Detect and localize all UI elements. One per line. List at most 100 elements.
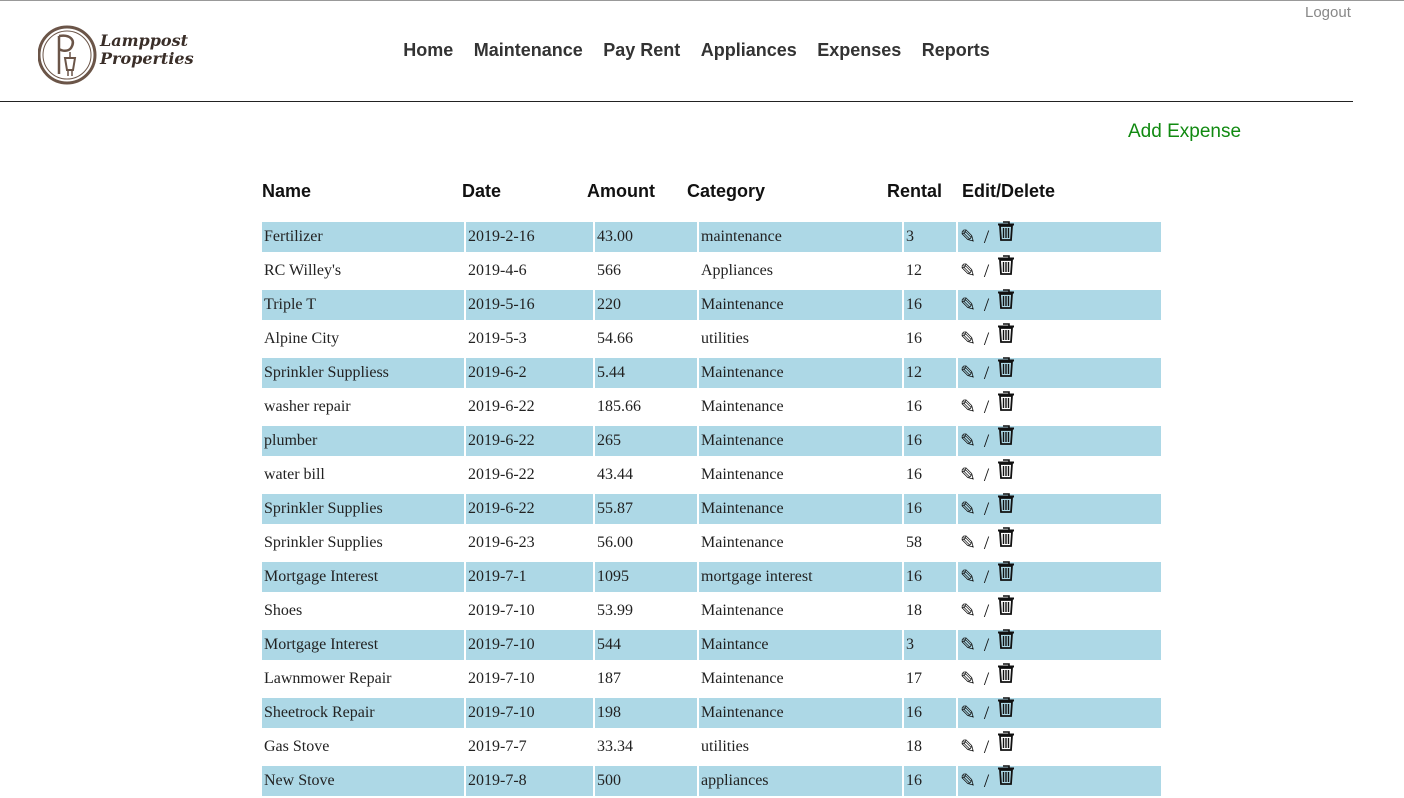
edit-pencil-icon[interactable]: ✎: [960, 665, 976, 695]
cell-amount: 198: [595, 698, 697, 728]
delete-trash-icon[interactable]: [997, 697, 1015, 728]
cell-date: 2019-5-16: [466, 290, 593, 320]
top-border: [0, 0, 1404, 1]
cell-category: appliances: [699, 766, 902, 796]
table-row: Sprinkler Supplies 2019-6-22 55.87 Maint…: [262, 492, 1162, 526]
cell-date: 2019-7-10: [466, 630, 593, 660]
table-row: Lawnmower Repair 2019-7-10 187 Maintenan…: [262, 662, 1162, 696]
table-row: water bill 2019-6-22 43.44 Maintenance 1…: [262, 458, 1162, 492]
cell-name: washer repair: [264, 398, 351, 415]
cell-amount: 185.66: [597, 398, 641, 415]
delete-trash-icon[interactable]: [997, 323, 1015, 354]
edit-pencil-icon[interactable]: ✎: [960, 631, 976, 661]
edit-pencil-icon[interactable]: ✎: [960, 291, 976, 321]
cell-rental: 18: [906, 738, 922, 755]
cell-actions: ✎ /: [958, 765, 1161, 797]
nav-maintenance[interactable]: Maintenance: [474, 40, 583, 61]
table-row: plumber 2019-6-22 265 Maintenance 16 ✎ /: [262, 424, 1162, 458]
cell-category: Maintenance: [701, 466, 784, 483]
cell-name: Mortgage Interest: [262, 562, 464, 592]
cell-category: utilities: [701, 330, 749, 347]
add-expense-link[interactable]: Add Expense: [1128, 121, 1241, 143]
nav-expenses[interactable]: Expenses: [817, 40, 901, 61]
delete-trash-icon[interactable]: [997, 255, 1015, 286]
edit-pencil-icon[interactable]: ✎: [960, 495, 976, 525]
delete-trash-icon[interactable]: [997, 663, 1015, 694]
cell-date: 2019-4-6: [468, 262, 527, 279]
cell-amount: 187: [597, 670, 621, 687]
cell-rental: 16: [904, 562, 956, 592]
delete-trash-icon[interactable]: [997, 527, 1015, 558]
cell-date: 2019-6-22: [468, 466, 535, 483]
delete-trash-icon[interactable]: [997, 357, 1015, 388]
cell-amount: 33.34: [597, 738, 633, 755]
edit-pencil-icon[interactable]: ✎: [960, 563, 976, 593]
nav-pay-rent[interactable]: Pay Rent: [603, 40, 680, 61]
cell-actions: ✎ /: [958, 663, 1161, 695]
cell-category: Maintenance: [699, 426, 902, 456]
cell-category: Maintenance: [699, 290, 902, 320]
cell-name: plumber: [262, 426, 464, 456]
nav-home[interactable]: Home: [403, 40, 453, 61]
cell-name: Sheetrock Repair: [262, 698, 464, 728]
delete-trash-icon[interactable]: [997, 561, 1015, 592]
cell-rental: 16: [906, 398, 922, 415]
cell-name: Shoes: [264, 602, 303, 619]
edit-pencil-icon[interactable]: ✎: [960, 427, 976, 457]
cell-amount: 566: [597, 262, 621, 279]
edit-pencil-icon[interactable]: ✎: [960, 393, 976, 423]
cell-date: 2019-6-22: [466, 494, 593, 524]
cell-rental: 17: [906, 670, 922, 687]
cell-amount: 43.44: [597, 466, 633, 483]
table-row: Mortgage Interest 2019-7-10 544 Maintanc…: [262, 628, 1162, 662]
edit-pencil-icon[interactable]: ✎: [960, 257, 976, 287]
edit-pencil-icon[interactable]: ✎: [960, 359, 976, 389]
delete-trash-icon[interactable]: [997, 221, 1015, 252]
edit-pencil-icon[interactable]: ✎: [960, 529, 976, 559]
cell-date: 2019-7-7: [468, 738, 527, 755]
delete-trash-icon[interactable]: [997, 493, 1015, 524]
delete-trash-icon[interactable]: [997, 425, 1015, 456]
cell-date: 2019-7-10: [468, 602, 535, 619]
edit-pencil-icon[interactable]: ✎: [960, 733, 976, 763]
table-row: Fertilizer 2019-2-16 43.00 maintenance 3…: [262, 220, 1162, 254]
cell-actions: ✎ /: [958, 459, 1161, 491]
delete-trash-icon[interactable]: [997, 459, 1015, 490]
edit-pencil-icon[interactable]: ✎: [960, 767, 976, 797]
cell-date: 2019-7-8: [466, 766, 593, 796]
action-separator: /: [983, 634, 990, 656]
action-separator: /: [983, 600, 990, 622]
action-separator: /: [983, 260, 990, 282]
action-separator: /: [983, 736, 990, 758]
action-separator: /: [983, 396, 990, 418]
edit-pencil-icon[interactable]: ✎: [960, 223, 976, 253]
nav-appliances[interactable]: Appliances: [701, 40, 797, 61]
cell-category: Maintenance: [701, 602, 784, 619]
nav-reports[interactable]: Reports: [922, 40, 990, 61]
cell-actions: ✎ /: [958, 255, 1161, 287]
cell-name: Lawnmower Repair: [264, 670, 392, 687]
cell-date: 2019-6-2: [466, 358, 593, 388]
cell-rental: 12: [904, 358, 956, 388]
edit-pencil-icon[interactable]: ✎: [960, 325, 976, 355]
delete-trash-icon[interactable]: [997, 629, 1015, 660]
action-separator: /: [983, 294, 990, 316]
delete-trash-icon[interactable]: [997, 731, 1015, 762]
delete-trash-icon[interactable]: [997, 391, 1015, 422]
table-row: washer repair 2019-6-22 185.66 Maintenan…: [262, 390, 1162, 424]
column-header-name: Name: [262, 181, 312, 201]
edit-pencil-icon[interactable]: ✎: [960, 461, 976, 491]
delete-trash-icon[interactable]: [997, 289, 1015, 320]
logout-link[interactable]: Logout: [1305, 4, 1351, 21]
delete-trash-icon[interactable]: [997, 595, 1015, 626]
action-separator: /: [983, 464, 990, 486]
edit-pencil-icon[interactable]: ✎: [960, 699, 976, 729]
table-row: Gas Stove 2019-7-7 33.34 utilities 18 ✎ …: [262, 730, 1162, 764]
action-separator: /: [983, 566, 990, 588]
cell-rental: 3: [904, 630, 956, 660]
cell-rental: 16: [906, 466, 922, 483]
cell-actions: ✎ /: [958, 221, 1161, 253]
table-row: Shoes 2019-7-10 53.99 Maintenance 18 ✎ /: [262, 594, 1162, 628]
delete-trash-icon[interactable]: [997, 765, 1015, 796]
edit-pencil-icon[interactable]: ✎: [960, 597, 976, 627]
